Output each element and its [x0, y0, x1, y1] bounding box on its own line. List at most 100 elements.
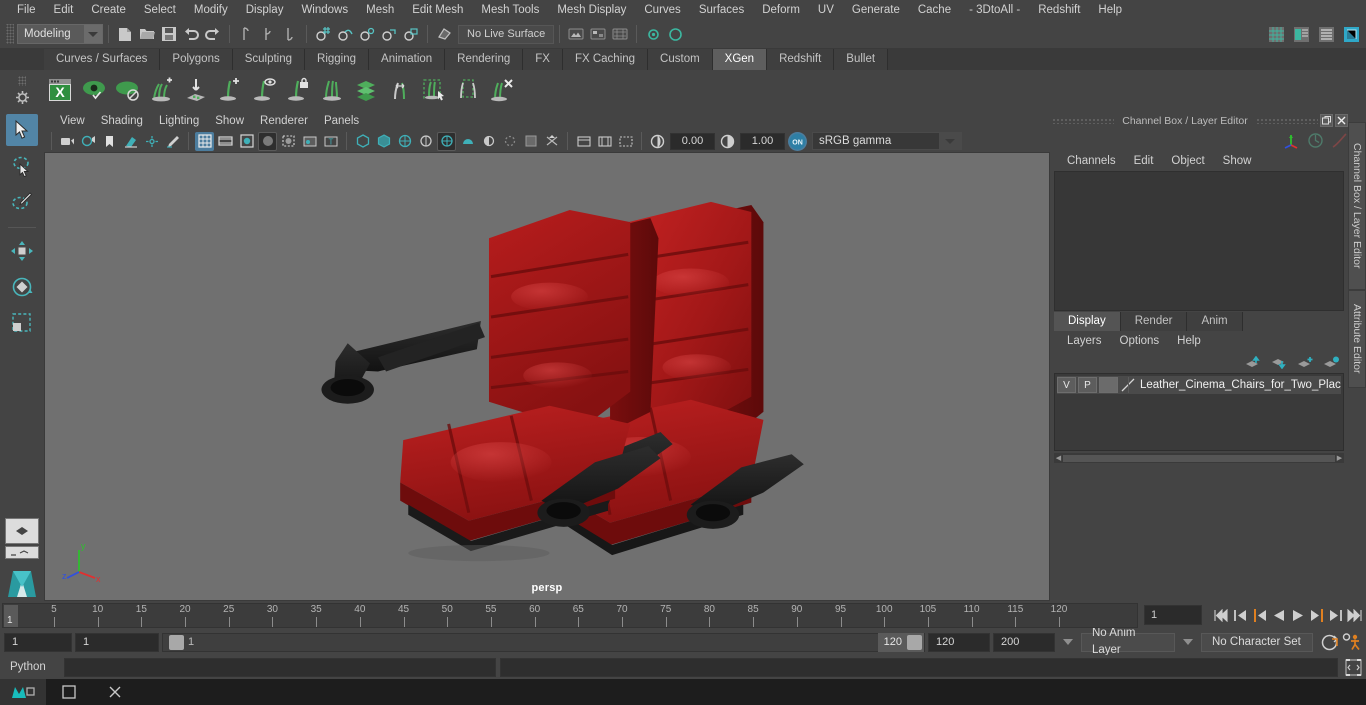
xray-text-icon[interactable]: T [321, 132, 340, 151]
menu-windows[interactable]: Windows [292, 0, 357, 20]
layer-row[interactable]: V P Leather_Cinema_Chairs_for_Two_Plac [1057, 376, 1341, 394]
channel-menu-edit[interactable]: Edit [1125, 151, 1163, 171]
render-region-icon[interactable] [616, 132, 635, 151]
ambient-occlusion-icon[interactable] [479, 132, 498, 151]
menu-cache[interactable]: Cache [909, 0, 960, 20]
texture-shading-icon[interactable] [300, 132, 319, 151]
time-slider-track[interactable]: 1 5 10 15 20 25 30 35 40 45 50 55 60 65 70 75 80 85 90 95 1… [2, 602, 1138, 628]
shelf-tab-animation[interactable]: Animation [369, 49, 446, 70]
make-live-icon[interactable] [434, 24, 454, 44]
step-back-frame-icon[interactable] [1232, 605, 1249, 625]
sidetab-channel-box[interactable]: Channel Box / Layer Editor [1348, 122, 1366, 290]
animation-start-time-field[interactable]: 1 [4, 632, 72, 652]
view-transform-combo[interactable]: sRGB gamma [812, 132, 962, 150]
current-time-indicator[interactable]: 1 [4, 604, 18, 627]
viewport-menu-panels[interactable]: Panels [316, 112, 367, 130]
image-plane-icon[interactable] [121, 132, 140, 151]
show-hide-attribute-editor-icon[interactable] [1291, 24, 1311, 44]
menu-mesh[interactable]: Mesh [357, 0, 403, 20]
xgen-density-icon[interactable] [350, 73, 382, 107]
layer-shading-toggle[interactable] [1099, 377, 1118, 393]
menu-select[interactable]: Select [135, 0, 185, 20]
single-perspective-view-icon[interactable] [5, 518, 39, 544]
auto-keyframe-icon[interactable] [1320, 633, 1339, 652]
paint-select-tool[interactable] [6, 186, 38, 218]
command-language-label[interactable]: Python [2, 661, 60, 673]
select-tool[interactable] [6, 114, 38, 146]
shelf-grip[interactable] [18, 75, 26, 86]
new-layer-icon[interactable] [1297, 356, 1314, 369]
panel-grip[interactable] [1052, 117, 1115, 124]
anim-layer-dropdown-icon[interactable] [1063, 639, 1073, 645]
xgen-length-icon[interactable] [384, 73, 416, 107]
maya-app-icon[interactable] [0, 679, 46, 705]
lighting-all-lights-icon[interactable] [437, 131, 456, 151]
xgen-editor-icon[interactable]: X [44, 73, 76, 107]
menu-modify[interactable]: Modify [185, 0, 237, 20]
menu-curves[interactable]: Curves [635, 0, 689, 20]
close-icon[interactable] [92, 679, 138, 705]
save-scene-icon[interactable] [159, 24, 179, 44]
screenshot-icon[interactable] [574, 132, 593, 151]
isolate-select-icon[interactable] [542, 132, 561, 151]
window-icon[interactable] [46, 679, 92, 705]
undock-icon[interactable] [1320, 114, 1333, 127]
menuset-selector[interactable]: Modeling [17, 24, 103, 44]
show-hide-channel-box-icon[interactable] [1341, 24, 1361, 44]
shelf-tab-xgen[interactable]: XGen [712, 49, 768, 70]
viewport-menu-view[interactable]: View [52, 112, 93, 130]
sidetab-attribute-editor[interactable]: Attribute Editor [1348, 290, 1366, 388]
xgen-add-guides-icon[interactable] [146, 73, 178, 107]
channel-menu-show[interactable]: Show [1214, 151, 1261, 171]
move-tool[interactable] [6, 235, 38, 267]
step-forward-key-icon[interactable] [1308, 605, 1325, 625]
snap-to-view-plane-icon[interactable] [401, 24, 421, 44]
menu-uv[interactable]: UV [809, 0, 843, 20]
motion-blur-icon[interactable] [500, 132, 519, 151]
xgen-lock-icon[interactable] [282, 73, 314, 107]
select-by-object-icon[interactable] [258, 24, 278, 44]
go-to-end-icon[interactable] [1346, 605, 1363, 625]
close-icon[interactable] [1335, 114, 1348, 127]
rotate-tool[interactable] [6, 271, 38, 303]
play-forwards-icon[interactable] [1289, 605, 1306, 625]
exposure-value[interactable]: 0.00 [670, 132, 715, 150]
shadows-icon[interactable] [458, 132, 477, 151]
go-to-start-icon[interactable] [1213, 605, 1230, 625]
shaded-wireframe-icon[interactable] [279, 132, 298, 151]
animation-preferences-icon[interactable] [1342, 632, 1362, 652]
xgen-add-grooming-icon[interactable] [214, 73, 246, 107]
scroll-right-icon[interactable]: ▶ [1335, 454, 1344, 463]
step-back-key-icon[interactable] [1251, 605, 1268, 625]
menu-deform[interactable]: Deform [753, 0, 809, 20]
image-sequence-icon[interactable] [595, 132, 614, 151]
snap-to-point-icon[interactable] [357, 24, 377, 44]
shelf-tab-rendering[interactable]: Rendering [445, 49, 524, 70]
shelf-settings-gear-icon[interactable] [15, 90, 30, 105]
layer-playback-toggle[interactable]: P [1078, 377, 1097, 393]
open-scene-icon[interactable] [137, 24, 157, 44]
ipr-render-icon[interactable] [588, 24, 608, 44]
menu-surfaces[interactable]: Surfaces [690, 0, 753, 20]
viewport-menu-show[interactable]: Show [207, 112, 252, 130]
chevron-down-icon[interactable] [939, 133, 961, 149]
toolbar-grip[interactable] [6, 24, 14, 44]
shelf-tab-fx-caching[interactable]: FX Caching [562, 49, 649, 70]
channel-box-content[interactable] [1054, 171, 1344, 311]
redo-icon[interactable] [203, 24, 223, 44]
new-layer-from-selected-icon[interactable] [1323, 356, 1340, 369]
bookmark-icon[interactable] [100, 132, 119, 151]
wireframe-shading-icon[interactable] [237, 132, 256, 151]
channel-menu-channels[interactable]: Channels [1058, 151, 1125, 171]
layer-color-swatch[interactable] [1120, 377, 1137, 393]
multisample-icon[interactable] [521, 132, 540, 151]
exposure-icon[interactable] [648, 132, 667, 151]
menu-file[interactable]: File [8, 0, 45, 20]
tab-render[interactable]: Render [1120, 312, 1188, 331]
xgen-preview-icon[interactable] [78, 73, 110, 107]
character-set-dropdown-icon[interactable] [1183, 639, 1193, 645]
shelf-tab-rigging[interactable]: Rigging [305, 49, 370, 70]
layer-name[interactable]: Leather_Cinema_Chairs_for_Two_Plac [1140, 379, 1341, 391]
range-end-group[interactable]: 120 [877, 632, 924, 652]
tab-display[interactable]: Display [1054, 312, 1121, 331]
